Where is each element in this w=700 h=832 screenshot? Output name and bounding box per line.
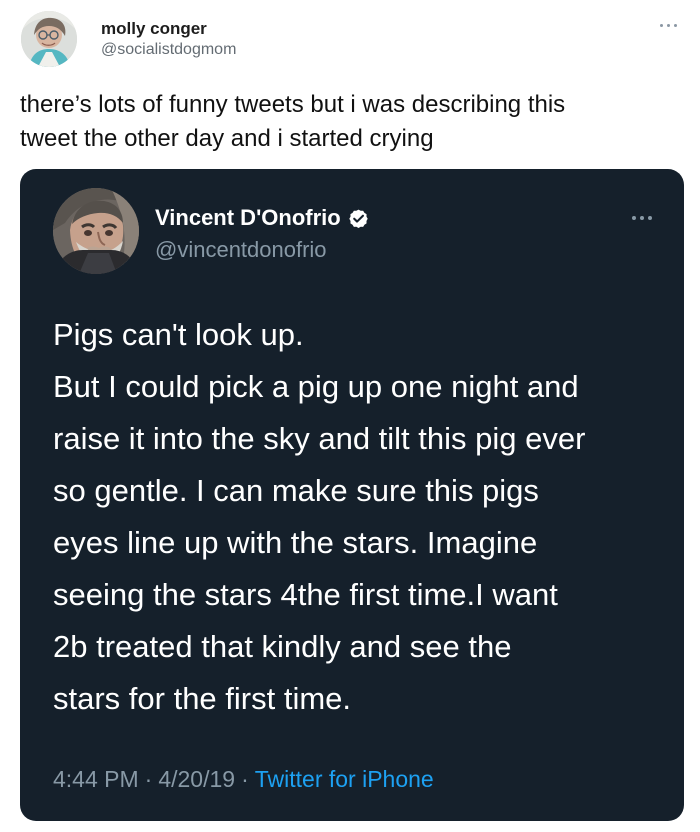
more-dot-icon xyxy=(660,24,663,27)
avatar-image-icon xyxy=(53,188,139,274)
more-dot-icon xyxy=(648,216,652,220)
quoted-author-display-name[interactable]: Vincent D'Onofrio xyxy=(155,205,341,231)
quoted-tweet-meta: 4:44 PM · 4/20/19 · Twitter for iPhone xyxy=(53,765,434,793)
more-dot-icon xyxy=(674,24,677,27)
quoted-author-username[interactable]: @vincentdonofrio xyxy=(155,237,327,263)
tweet-text: there’s lots of funny tweets but i was d… xyxy=(20,91,566,152)
author-username[interactable]: @socialistdogmom xyxy=(101,40,236,60)
meta-separator: · xyxy=(241,766,249,792)
quoted-tweet-time[interactable]: 4:44 PM xyxy=(53,765,139,793)
quoted-author-name-row: Vincent D'Onofrio xyxy=(155,205,369,231)
author-meta: molly conger @socialistdogmom xyxy=(101,19,236,60)
more-dot-icon xyxy=(632,216,636,220)
more-dot-icon xyxy=(667,24,670,27)
more-dot-icon xyxy=(640,216,644,220)
author-display-name[interactable]: molly conger xyxy=(101,19,236,39)
more-horizontal-icon[interactable] xyxy=(632,214,654,222)
tweet-header: molly conger @socialistdogmom xyxy=(18,9,682,71)
quoted-author-avatar[interactable] xyxy=(53,188,139,274)
more-horizontal-icon[interactable] xyxy=(660,21,678,29)
meta-separator: · xyxy=(144,766,153,792)
quoted-tweet-card[interactable]: Vincent D'Onofrio @vincentdonofrio Pigs … xyxy=(20,169,684,821)
quoted-tweet-date[interactable]: 4/20/19 xyxy=(158,765,235,793)
avatar[interactable] xyxy=(21,11,77,67)
verified-badge-icon xyxy=(349,209,368,228)
avatar-image-icon xyxy=(21,11,77,67)
quoted-tweet-source-link[interactable]: Twitter for iPhone xyxy=(255,765,434,793)
quoted-tweet-text: Pigs can't look up. But I could pick a p… xyxy=(53,317,586,716)
tweet-screenshot: molly conger @socialistdogmom there’s lo… xyxy=(0,0,700,832)
